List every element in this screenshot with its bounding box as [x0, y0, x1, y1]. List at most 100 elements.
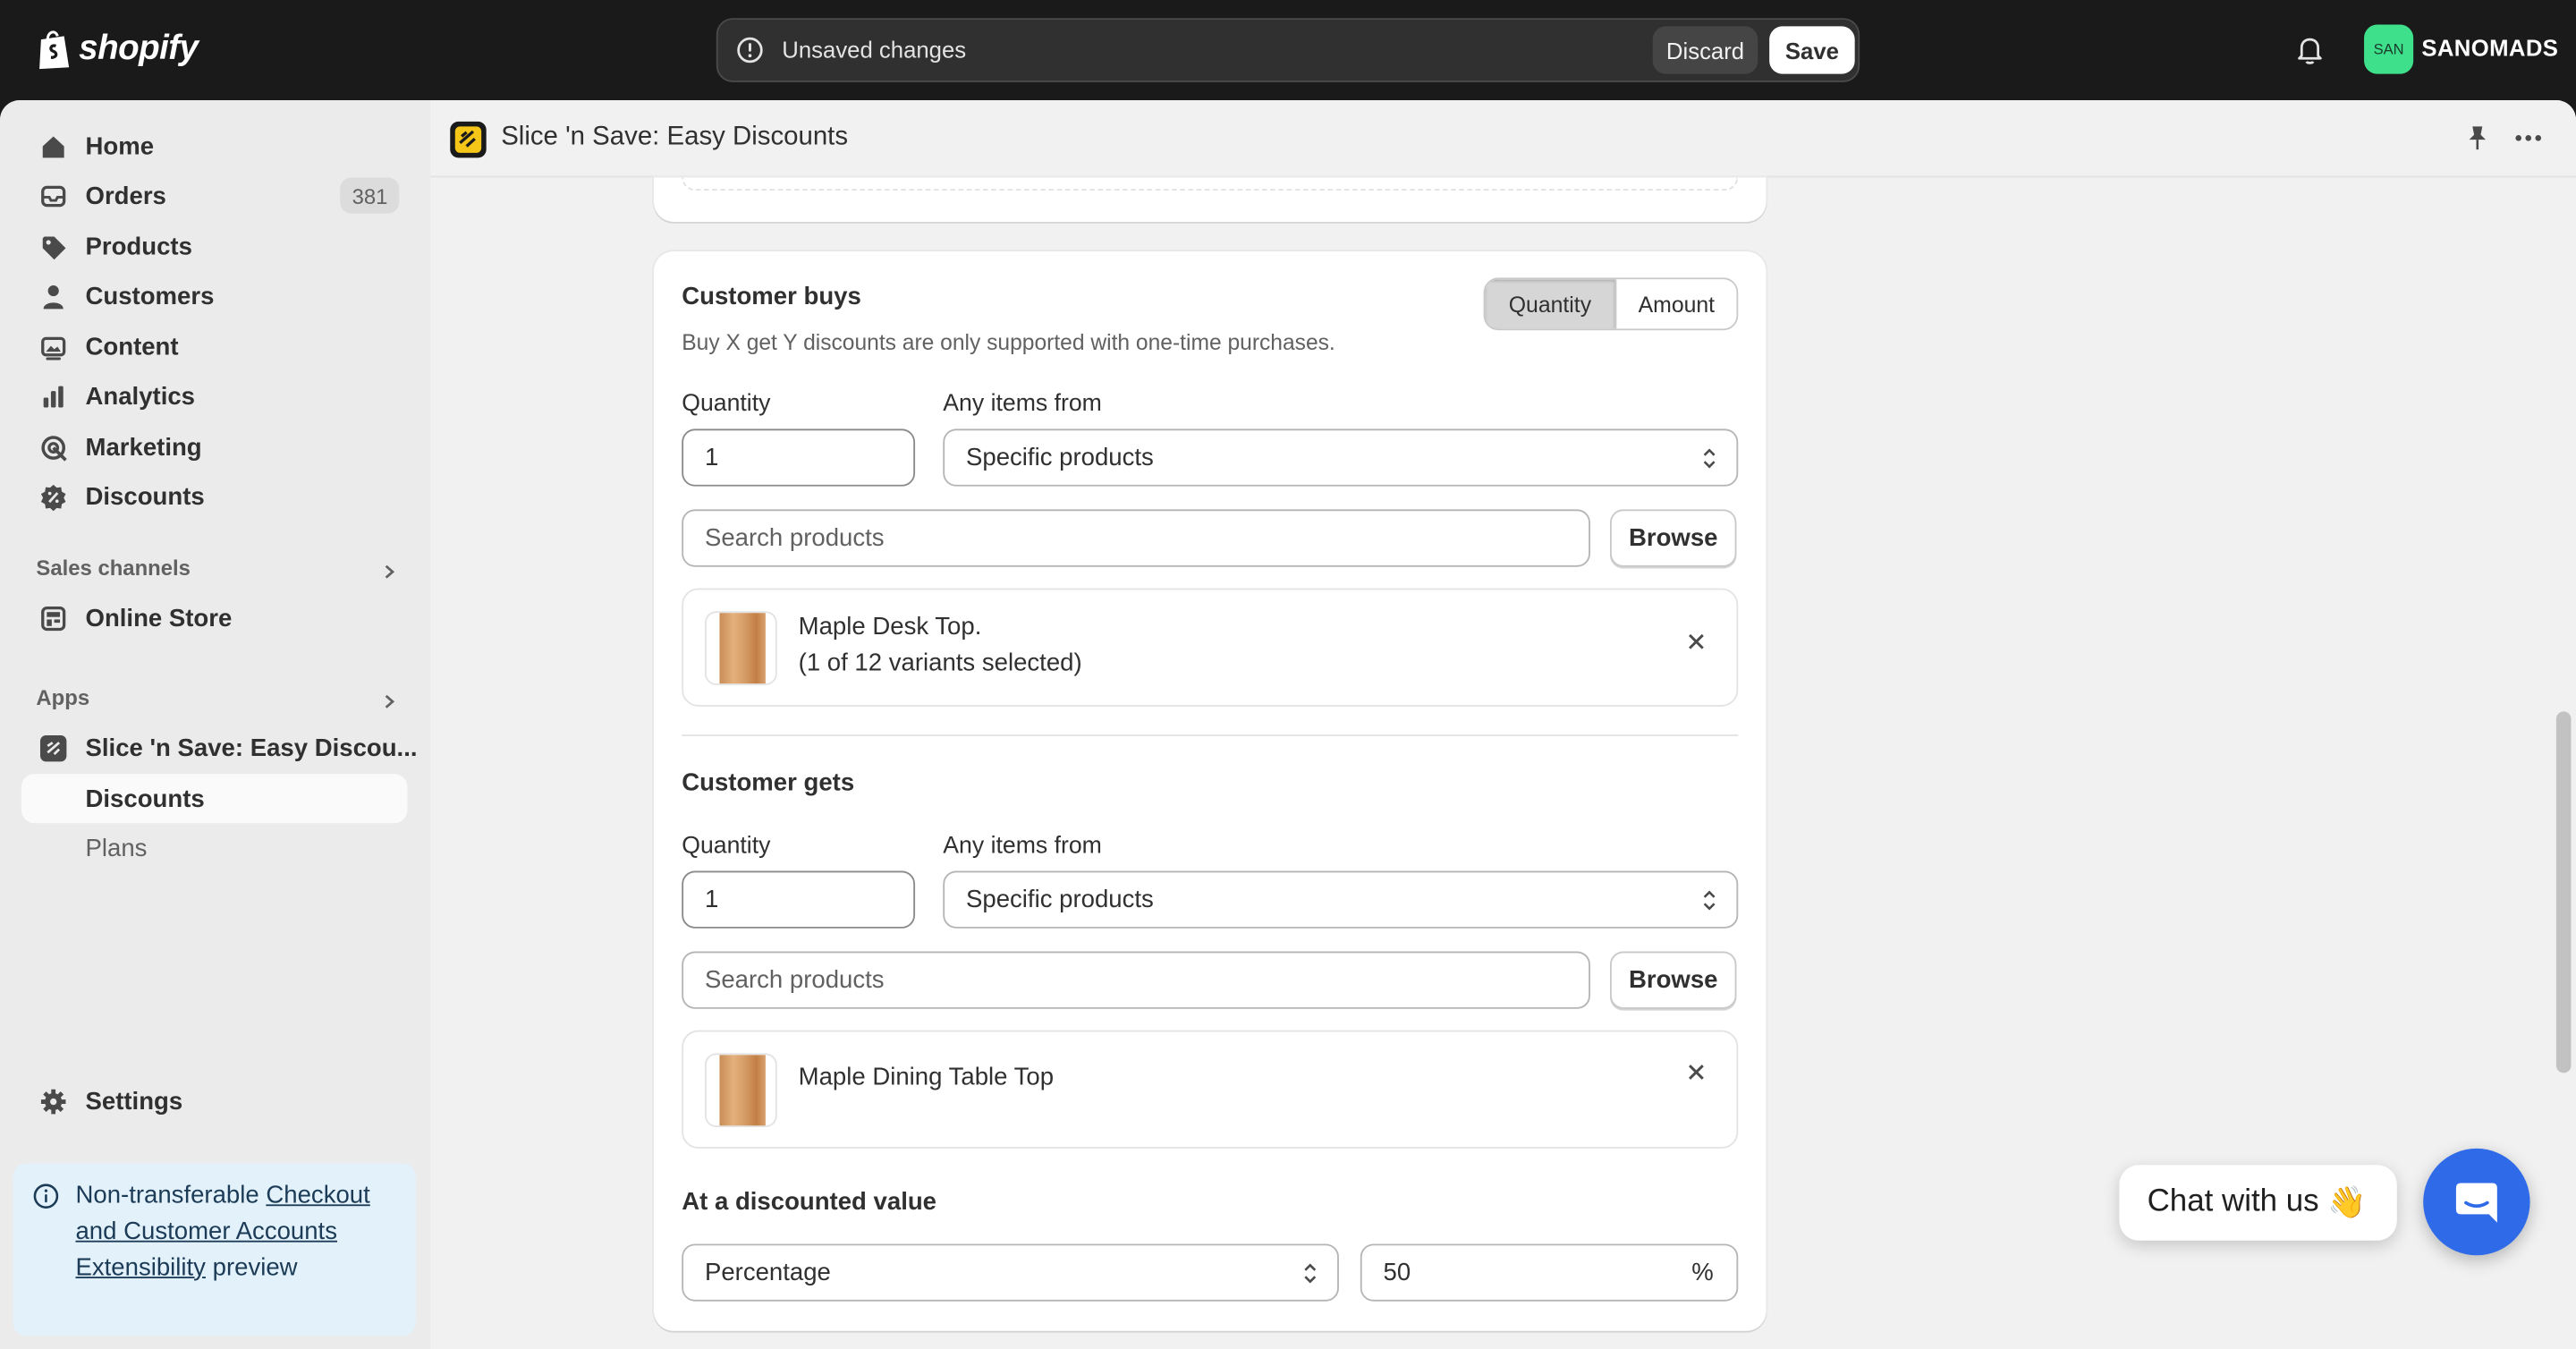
sidebar-item-label: Marketing	[85, 432, 202, 462]
sidebar-item-app-slice-n-save[interactable]: Slice 'n Save: Easy Discou...	[21, 725, 418, 770]
sidebar-subitem-plans[interactable]: Plans	[21, 825, 408, 870]
sidebar-item-label: Discounts	[85, 785, 205, 813]
discount-type-select[interactable]: Percentage	[682, 1243, 1339, 1302]
notification-bell-icon[interactable]	[2295, 35, 2325, 66]
unsaved-changes-text: Unsaved changes	[782, 36, 967, 63]
buys-search-placeholder: Search products	[704, 523, 885, 553]
app-logo-icon	[450, 121, 487, 158]
image-icon	[41, 335, 66, 360]
app-logo-icon	[39, 734, 67, 761]
sidebar-subitem-discounts[interactable]: Discounts	[21, 774, 408, 824]
customer-gets-heading: Customer gets	[682, 768, 855, 797]
store-icon	[41, 606, 66, 631]
sidebar-item-label: Products	[85, 232, 192, 261]
app-title: Slice 'n Save: Easy Discounts	[501, 123, 849, 151]
toggle-amount-option[interactable]: Amount	[1614, 279, 1737, 329]
apps-heading[interactable]: Apps	[36, 685, 89, 710]
chat-launcher-button[interactable]	[2423, 1148, 2530, 1256]
discount-icon	[40, 483, 66, 511]
gets-quantity-value: 1	[704, 886, 719, 914]
inbox-icon	[41, 184, 66, 207]
sidebar-item-settings[interactable]: Settings	[21, 1078, 408, 1124]
discard-button[interactable]: Discard	[1652, 26, 1758, 74]
remove-product-close-icon[interactable]	[1687, 1063, 1705, 1081]
chevron-right-icon[interactable]	[381, 564, 397, 580]
sidebar-item-label: Slice 'n Save: Easy Discou...	[85, 734, 418, 762]
buys-browse-button[interactable]: Browse	[1609, 509, 1737, 567]
product-thumbnail	[704, 611, 777, 685]
buys-selected-product: Maple Desk Top. (1 of 12 variants select…	[682, 588, 1739, 707]
sidebar-item-online-store[interactable]: Online Store	[21, 595, 408, 641]
gets-browse-button[interactable]: Browse	[1609, 951, 1737, 1009]
buys-items-from-value: Specific products	[965, 443, 1154, 472]
toggle-quantity-option[interactable]: Quantity	[1485, 279, 1615, 329]
person-icon	[43, 284, 64, 309]
one-time-purchase-help: Buy X get Y discounts are only supported…	[682, 330, 1335, 355]
gets-quantity-input[interactable]: 1	[682, 870, 916, 929]
buys-product-name: Maple Desk Top.	[798, 613, 982, 641]
sidebar-item-customers[interactable]: Customers	[21, 273, 408, 318]
buys-product-info: Maple Desk Top. (1 of 12 variants select…	[799, 609, 1082, 680]
discount-percentage-input[interactable]: 50 %	[1360, 1243, 1739, 1302]
buys-items-from-select[interactable]: Specific products	[943, 428, 1739, 487]
chevron-right-icon[interactable]	[381, 693, 397, 709]
product-thumbnail	[704, 1053, 777, 1128]
section-divider	[682, 734, 1739, 736]
waving-hand-emoji: 👋	[2327, 1186, 2367, 1221]
scrollbar-thumb[interactable]	[2555, 711, 2572, 1073]
preview-banner-prefix: Non-transferable	[75, 1181, 259, 1209]
gets-items-from-select[interactable]: Specific products	[943, 870, 1739, 929]
gear-icon	[40, 1088, 66, 1114]
buys-quantity-value: 1	[704, 443, 719, 472]
unsaved-changes-bar: Unsaved changes Discard Save	[716, 18, 1860, 82]
discount-amount-value: 50	[1383, 1258, 1411, 1287]
sidebar-item-analytics[interactable]: Analytics	[21, 373, 408, 419]
info-icon	[33, 1184, 59, 1209]
buys-search-products-input[interactable]: Search products	[682, 509, 1590, 567]
sidebar-item-label: Settings	[85, 1087, 183, 1116]
pin-icon[interactable]	[2464, 125, 2490, 151]
gets-search-products-input[interactable]: Search products	[682, 951, 1590, 1009]
top-bar: shopify Unsaved changes Discard Save SAN…	[0, 0, 2576, 101]
discounted-value-heading: At a discounted value	[682, 1187, 937, 1217]
preview-info-banner: Non-transferable Checkout and Customer A…	[13, 1163, 416, 1336]
sidebar-item-discounts[interactable]: Discounts	[21, 473, 408, 519]
store-avatar[interactable]: SAN	[2364, 24, 2414, 74]
save-button[interactable]: Save	[1769, 26, 1855, 74]
sidebar-item-label: Orders	[85, 181, 166, 210]
sidebar-item-label: Discounts	[85, 482, 205, 511]
main-content: Slice 'n Save: Easy Discounts Customer b…	[430, 100, 2576, 1349]
chat-with-us-bubble[interactable]: Chat with us 👋	[2119, 1165, 2397, 1241]
sidebar-item-marketing[interactable]: Marketing	[21, 424, 408, 470]
preview-banner-suffix: preview	[212, 1252, 298, 1281]
store-name[interactable]: SANOMADS	[2421, 35, 2558, 61]
select-arrows-icon	[1703, 448, 1716, 469]
previous-card-dropzone	[682, 177, 1739, 191]
select-arrows-icon	[1304, 1263, 1317, 1284]
sidebar-item-content[interactable]: Content	[21, 324, 408, 369]
shopify-logo[interactable]: shopify	[36, 28, 199, 71]
remove-product-close-icon[interactable]	[1687, 632, 1705, 650]
buys-quantity-input[interactable]: 1	[682, 428, 916, 487]
chat-message-icon	[2455, 1183, 2497, 1223]
gets-quantity-label: Quantity	[682, 833, 771, 860]
sidebar-item-label: Analytics	[85, 382, 196, 411]
sales-channels-heading[interactable]: Sales channels	[36, 556, 191, 581]
shopify-bag-icon	[39, 30, 70, 70]
buys-quantity-label: Quantity	[682, 391, 771, 418]
sidebar-item-home[interactable]: Home	[21, 123, 408, 169]
sidebar-item-products[interactable]: Products	[21, 224, 408, 269]
sidebar-item-orders[interactable]: Orders 381	[21, 173, 408, 218]
sidebar-item-label: Customers	[85, 282, 215, 310]
buys-type-toggle: Quantity Amount	[1483, 277, 1739, 331]
preview-banner-text: Non-transferable Checkout and Customer A…	[75, 1178, 403, 1285]
buys-product-variants: (1 of 12 variants selected)	[798, 648, 1082, 676]
more-options-icon[interactable]	[2513, 133, 2543, 143]
customer-buys-heading: Customer buys	[682, 282, 861, 311]
shopify-wordmark: shopify	[79, 30, 199, 68]
sidebar-item-label: Plans	[85, 834, 148, 862]
gets-items-from-label: Any items from	[943, 833, 1102, 860]
percent-suffix: %	[1691, 1258, 1714, 1287]
gets-product-name: Maple Dining Table Top	[798, 1063, 1055, 1091]
sidebar: Home Orders 381 Products Customers Conte…	[0, 100, 431, 1349]
